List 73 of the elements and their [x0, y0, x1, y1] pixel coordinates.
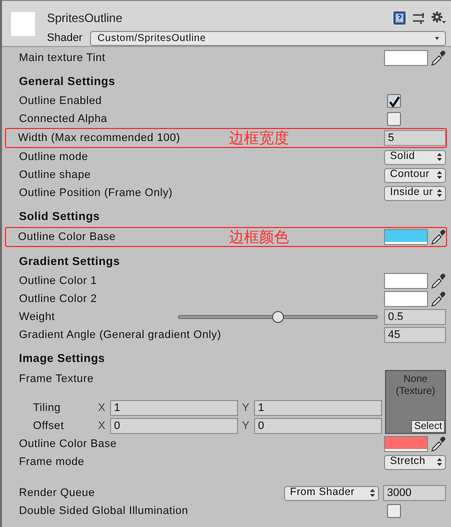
field-label: Double Sided Global Illumination [19, 504, 188, 519]
caret-icon [435, 36, 439, 40]
field-label: Render Queue [19, 486, 95, 501]
color-swatch[interactable] [384, 291, 428, 307]
number-field[interactable]: 45 [384, 327, 446, 343]
help-book-icon [393, 11, 406, 25]
updown-arrows-icon [437, 153, 442, 161]
axis-label: X [98, 418, 106, 434]
number-field[interactable]: 1 [110, 400, 238, 416]
section-heading: General Settings [19, 75, 116, 90]
sliders-icon [412, 11, 425, 25]
field-label: Offset [33, 418, 65, 434]
field-label: Outline Position (Frame Only) [19, 186, 173, 201]
annotation-text: 边框颜色 [229, 226, 289, 248]
field-label: Outline shape [19, 168, 91, 183]
texture-slot[interactable]: None (Texture) Select [385, 370, 446, 434]
shader-dropdown[interactable]: Custom/SpritesOutline [90, 30, 446, 46]
color-swatch[interactable] [384, 436, 428, 452]
axis-label: Y [242, 418, 250, 434]
field-label: Outline Color Base [19, 436, 117, 452]
checkbox[interactable] [387, 504, 401, 518]
field-label: Frame mode [19, 454, 84, 470]
dropdown[interactable]: Stretch [384, 454, 446, 470]
dropdown[interactable]: Solid [384, 150, 446, 164]
field-label: Outline Color 1 [19, 274, 97, 289]
gear-icon [431, 11, 446, 25]
eyedropper-icon [431, 436, 446, 452]
field-label: Main texture Tint [19, 50, 106, 66]
slider-thumb[interactable] [272, 311, 284, 323]
field-label: Outline Color Base [18, 230, 117, 245]
check-icon [388, 96, 400, 106]
updown-arrows-icon [370, 489, 375, 497]
section-heading: Solid Settings [19, 210, 100, 226]
field-label: Gradient Angle (General gradient Only) [19, 328, 222, 343]
number-field[interactable]: 3000 [383, 485, 446, 501]
updown-arrows-icon [437, 171, 442, 179]
color-swatch[interactable] [384, 50, 428, 66]
section-heading: Image Settings [19, 352, 105, 368]
select-button[interactable]: Select [411, 420, 445, 433]
field-label: Tiling [33, 400, 62, 416]
eyedropper-icon [431, 229, 446, 245]
dropdown[interactable]: Contour [384, 168, 446, 182]
axis-label: X [98, 400, 106, 416]
number-field[interactable]: 0 [254, 418, 382, 434]
dropdown[interactable]: Inside ur [384, 186, 446, 200]
field-label: Outline Enabled [19, 94, 102, 109]
texture-name: None (Texture) [394, 374, 436, 398]
field-label: Outline Color 2 [19, 292, 97, 307]
section-heading: Gradient Settings [19, 255, 120, 270]
color-swatch[interactable] [384, 273, 428, 289]
field-label: Outline mode [19, 150, 88, 165]
field-label: Weight [19, 310, 55, 325]
number-field[interactable]: 0.5 [384, 309, 446, 325]
eyedropper-icon [431, 50, 446, 66]
checkbox[interactable] [387, 112, 401, 126]
field-label: Connected Alpha [19, 112, 108, 127]
updown-arrows-icon [437, 189, 442, 197]
dropdown[interactable]: From Shader [284, 486, 379, 500]
material-preview [11, 12, 35, 36]
eyedropper-icon [431, 273, 446, 289]
annotation-text: 边框宽度 [229, 128, 289, 149]
number-field[interactable]: 5 [384, 130, 446, 146]
shader-label: Shader [47, 31, 82, 46]
updown-arrows-icon [437, 458, 442, 466]
color-swatch[interactable] [384, 229, 428, 245]
axis-label: Y [242, 400, 250, 416]
field-label: Width (Max recommended 100) [18, 130, 182, 146]
field-label: Frame Texture [19, 372, 94, 387]
number-field[interactable]: 1 [254, 400, 382, 416]
checkbox[interactable] [387, 94, 401, 108]
number-field[interactable]: 0 [110, 418, 238, 434]
eyedropper-icon [431, 291, 446, 307]
material-title: SpritesOutline [47, 10, 122, 27]
